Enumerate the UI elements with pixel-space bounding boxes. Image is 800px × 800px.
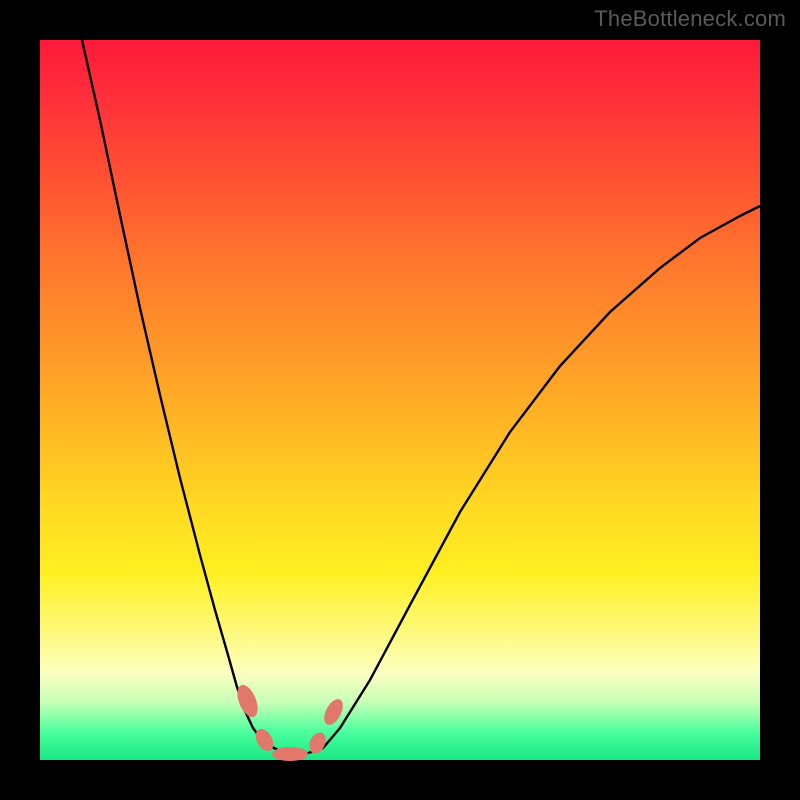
watermark-text: TheBottleneck.com [594, 6, 786, 32]
bottleneck-curve [40, 40, 760, 760]
chart-frame: TheBottleneck.com [0, 0, 800, 800]
curve-marker-bottom-mid [272, 747, 308, 761]
curve-path [82, 40, 760, 755]
plot-area [40, 40, 760, 760]
